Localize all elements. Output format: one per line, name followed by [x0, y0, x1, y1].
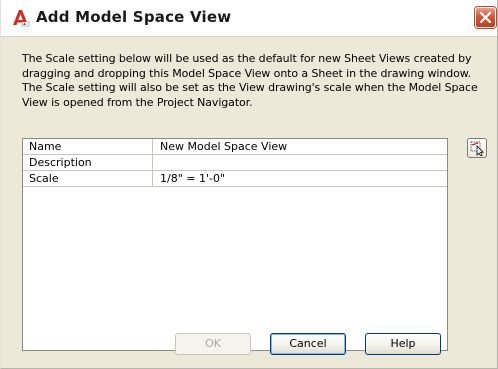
property-label: Description: [23, 155, 153, 170]
dialog-title: Add Model Space View: [36, 8, 232, 26]
title-bar[interactable]: Add Model Space View: [1, 0, 497, 36]
ok-button[interactable]: OK: [175, 333, 251, 355]
scale-value[interactable]: 1/8" = 1'-0": [153, 171, 447, 186]
close-x-icon: [479, 11, 492, 24]
grid-row-name[interactable]: Name New Model Space View: [23, 139, 447, 155]
property-label: Name: [23, 139, 153, 154]
property-label: Scale: [23, 171, 153, 186]
description-value[interactable]: [153, 155, 447, 170]
description-text: The Scale setting below will be used as …: [22, 52, 478, 109]
dialog-body: The Scale setting below will be used as …: [1, 36, 497, 368]
grid-row-description[interactable]: Description: [23, 155, 447, 171]
grid-row-scale[interactable]: Scale 1/8" = 1'-0": [23, 171, 447, 187]
close-button[interactable]: [475, 7, 496, 28]
select-view-button[interactable]: [467, 138, 487, 158]
properties-grid: Name New Model Space View Description Sc…: [22, 138, 448, 351]
help-button[interactable]: Help: [365, 333, 441, 355]
name-value[interactable]: New Model Space View: [153, 139, 447, 154]
autocad-a-icon: [12, 9, 30, 27]
add-model-space-view-dialog: Add Model Space View The Scale setting b…: [0, 0, 498, 369]
select-view-cursor-icon: [470, 141, 485, 156]
cancel-button[interactable]: Cancel: [270, 333, 346, 355]
